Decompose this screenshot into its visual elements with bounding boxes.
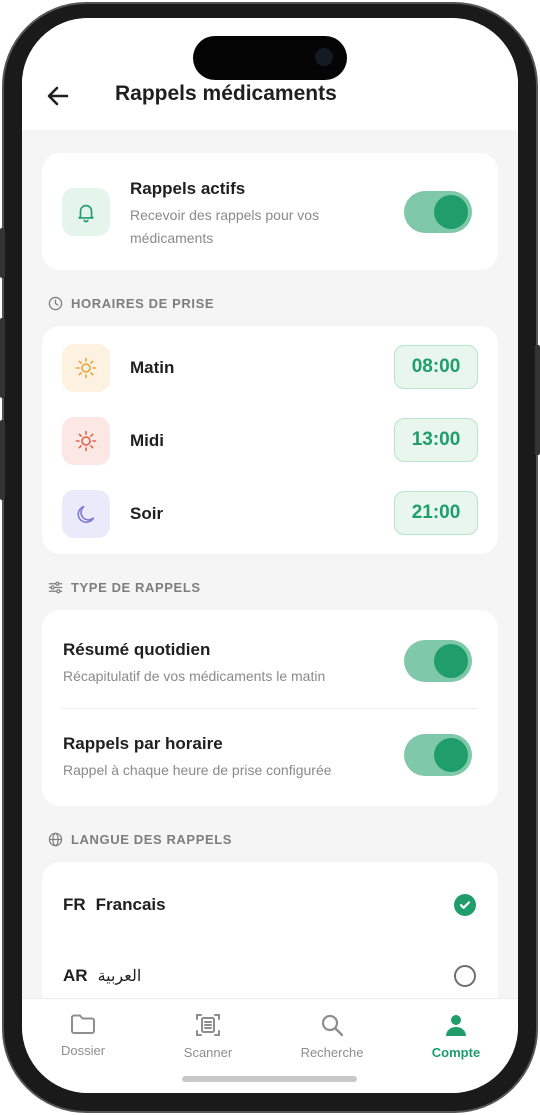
types-section-title: TYPE DE RAPPELS <box>48 580 201 595</box>
folder-icon <box>71 1014 95 1034</box>
evening-label: Soir <box>130 504 164 523</box>
silent-switch <box>0 228 5 278</box>
language-fr-selected-check[interactable] <box>454 894 476 916</box>
camera <box>315 48 333 66</box>
sliders-icon <box>48 581 63 594</box>
noon-time-button[interactable]: 13:00 <box>394 418 478 462</box>
tab-scanner-label: Scanner <box>183 1045 233 1060</box>
scheduled-reminders-subtitle: Rappel à chaque heure de prise configuré… <box>63 762 332 778</box>
language-code-ar: AR <box>63 966 88 985</box>
tab-dossier-label: Dossier <box>60 1043 106 1058</box>
daily-summary-subtitle: Récapitulatif de vos médicaments le mati… <box>63 668 326 684</box>
tab-scanner[interactable]: Scanner <box>153 1011 263 1060</box>
volume-up-button <box>0 318 5 398</box>
volume-down-button <box>0 420 5 500</box>
daily-summary-title: Résumé quotidien <box>63 640 211 659</box>
bell-icon-tile <box>62 188 110 236</box>
tab-dossier[interactable]: Dossier <box>28 1011 138 1058</box>
language-option-ar[interactable]: AR العربية <box>63 966 443 986</box>
active-reminders-title: Rappels actifs <box>130 179 246 198</box>
home-indicator <box>182 1076 357 1082</box>
language-ar-radio[interactable] <box>454 965 476 987</box>
back-button[interactable] <box>42 80 74 112</box>
tab-recherche[interactable]: Recherche <box>277 1011 387 1060</box>
divider <box>62 708 478 709</box>
language-name-fr: Francais <box>95 895 166 914</box>
toggle-knob <box>434 644 468 678</box>
language-code-fr: FR <box>63 895 86 914</box>
schedule-section-label: HORAIRES DE PRISE <box>71 296 215 311</box>
morning-time-button[interactable]: 08:00 <box>394 345 478 389</box>
dynamic-island <box>193 36 347 80</box>
noon-icon-tile <box>62 417 110 465</box>
tab-recherche-label: Recherche <box>300 1045 364 1060</box>
language-section-title: LANGUE DES RAPPELS <box>48 832 232 847</box>
active-reminders-card: Rappels actifs Recevoir des rappels pour… <box>42 153 498 270</box>
arrow-left-icon <box>47 86 69 106</box>
types-card: Résumé quotidien Récapitulatif de vos mé… <box>42 610 498 806</box>
language-section-label: LANGUE DES RAPPELS <box>71 832 233 847</box>
noon-label: Midi <box>130 431 164 450</box>
moon-icon <box>77 505 95 523</box>
tab-compte[interactable]: Compte <box>401 1011 511 1060</box>
person-icon <box>446 1015 466 1036</box>
active-reminders-subtitle-2: médicaments <box>130 230 214 246</box>
screen: Rappels médicaments Rappels actifs Recev… <box>22 18 518 1093</box>
active-reminders-toggle[interactable] <box>404 191 472 233</box>
power-button <box>535 345 540 455</box>
check-icon <box>459 901 471 909</box>
active-reminders-subtitle-1: Recevoir des rappels pour vos <box>130 207 320 223</box>
sun-icon <box>75 357 97 379</box>
schedule-card: Matin 08:00 Midi 13:00 Soir 21:00 <box>42 326 498 554</box>
clock-icon <box>48 296 63 311</box>
globe-icon <box>48 832 63 847</box>
search-icon <box>321 1014 344 1037</box>
evening-icon-tile <box>62 490 110 538</box>
scanner-icon <box>196 1014 220 1036</box>
scheduled-reminders-title: Rappels par horaire <box>63 734 223 753</box>
scheduled-reminders-toggle[interactable] <box>404 734 472 776</box>
evening-time-button[interactable]: 21:00 <box>394 491 478 535</box>
language-name-ar: العربية <box>97 968 142 985</box>
bell-icon <box>78 204 94 223</box>
daily-summary-toggle[interactable] <box>404 640 472 682</box>
types-section-label: TYPE DE RAPPELS <box>71 580 201 595</box>
sun-icon <box>75 430 97 452</box>
toggle-knob <box>434 738 468 772</box>
page-title: Rappels médicaments <box>115 82 337 105</box>
language-option-fr[interactable]: FR Francais <box>63 895 443 915</box>
toggle-knob <box>434 195 468 229</box>
morning-icon-tile <box>62 344 110 392</box>
tab-compte-label: Compte <box>431 1045 481 1060</box>
schedule-section-title: HORAIRES DE PRISE <box>48 296 214 311</box>
morning-label: Matin <box>130 358 175 377</box>
